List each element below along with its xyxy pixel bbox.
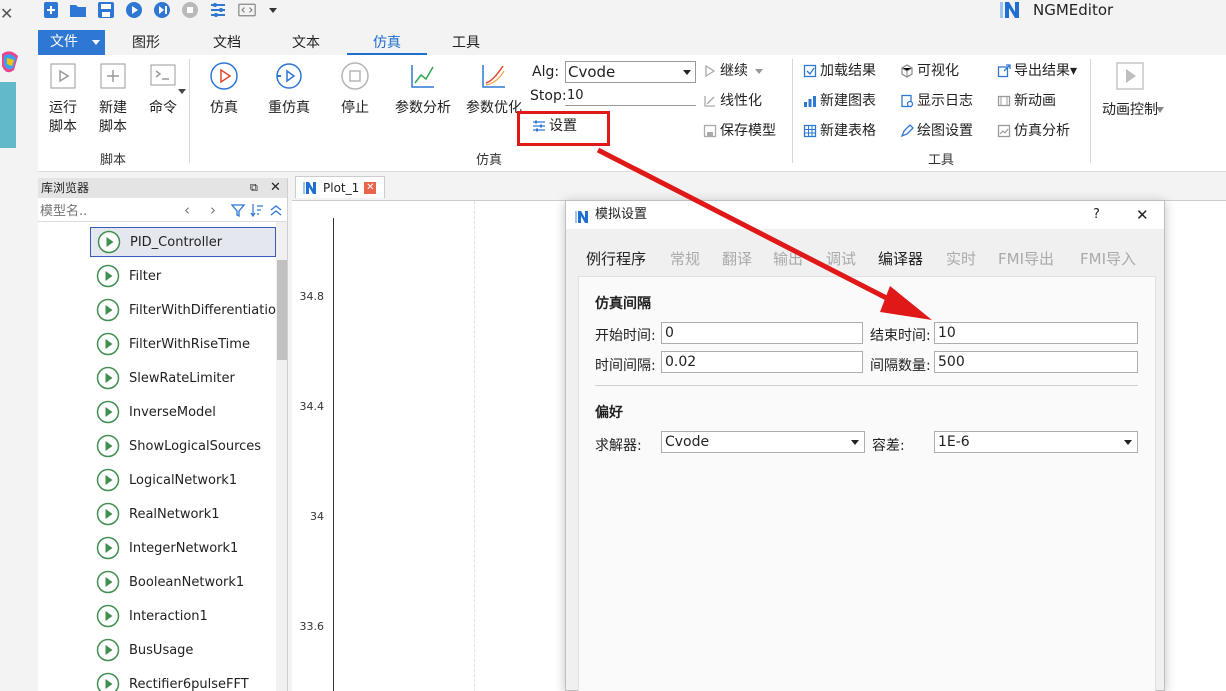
app-window: ✕ NGMEditor 文件 图形 文档 文本 仿真 工具 运行 脚本 新建 脚… bbox=[0, 0, 1226, 691]
annotation-arrow bbox=[596, 147, 932, 320]
